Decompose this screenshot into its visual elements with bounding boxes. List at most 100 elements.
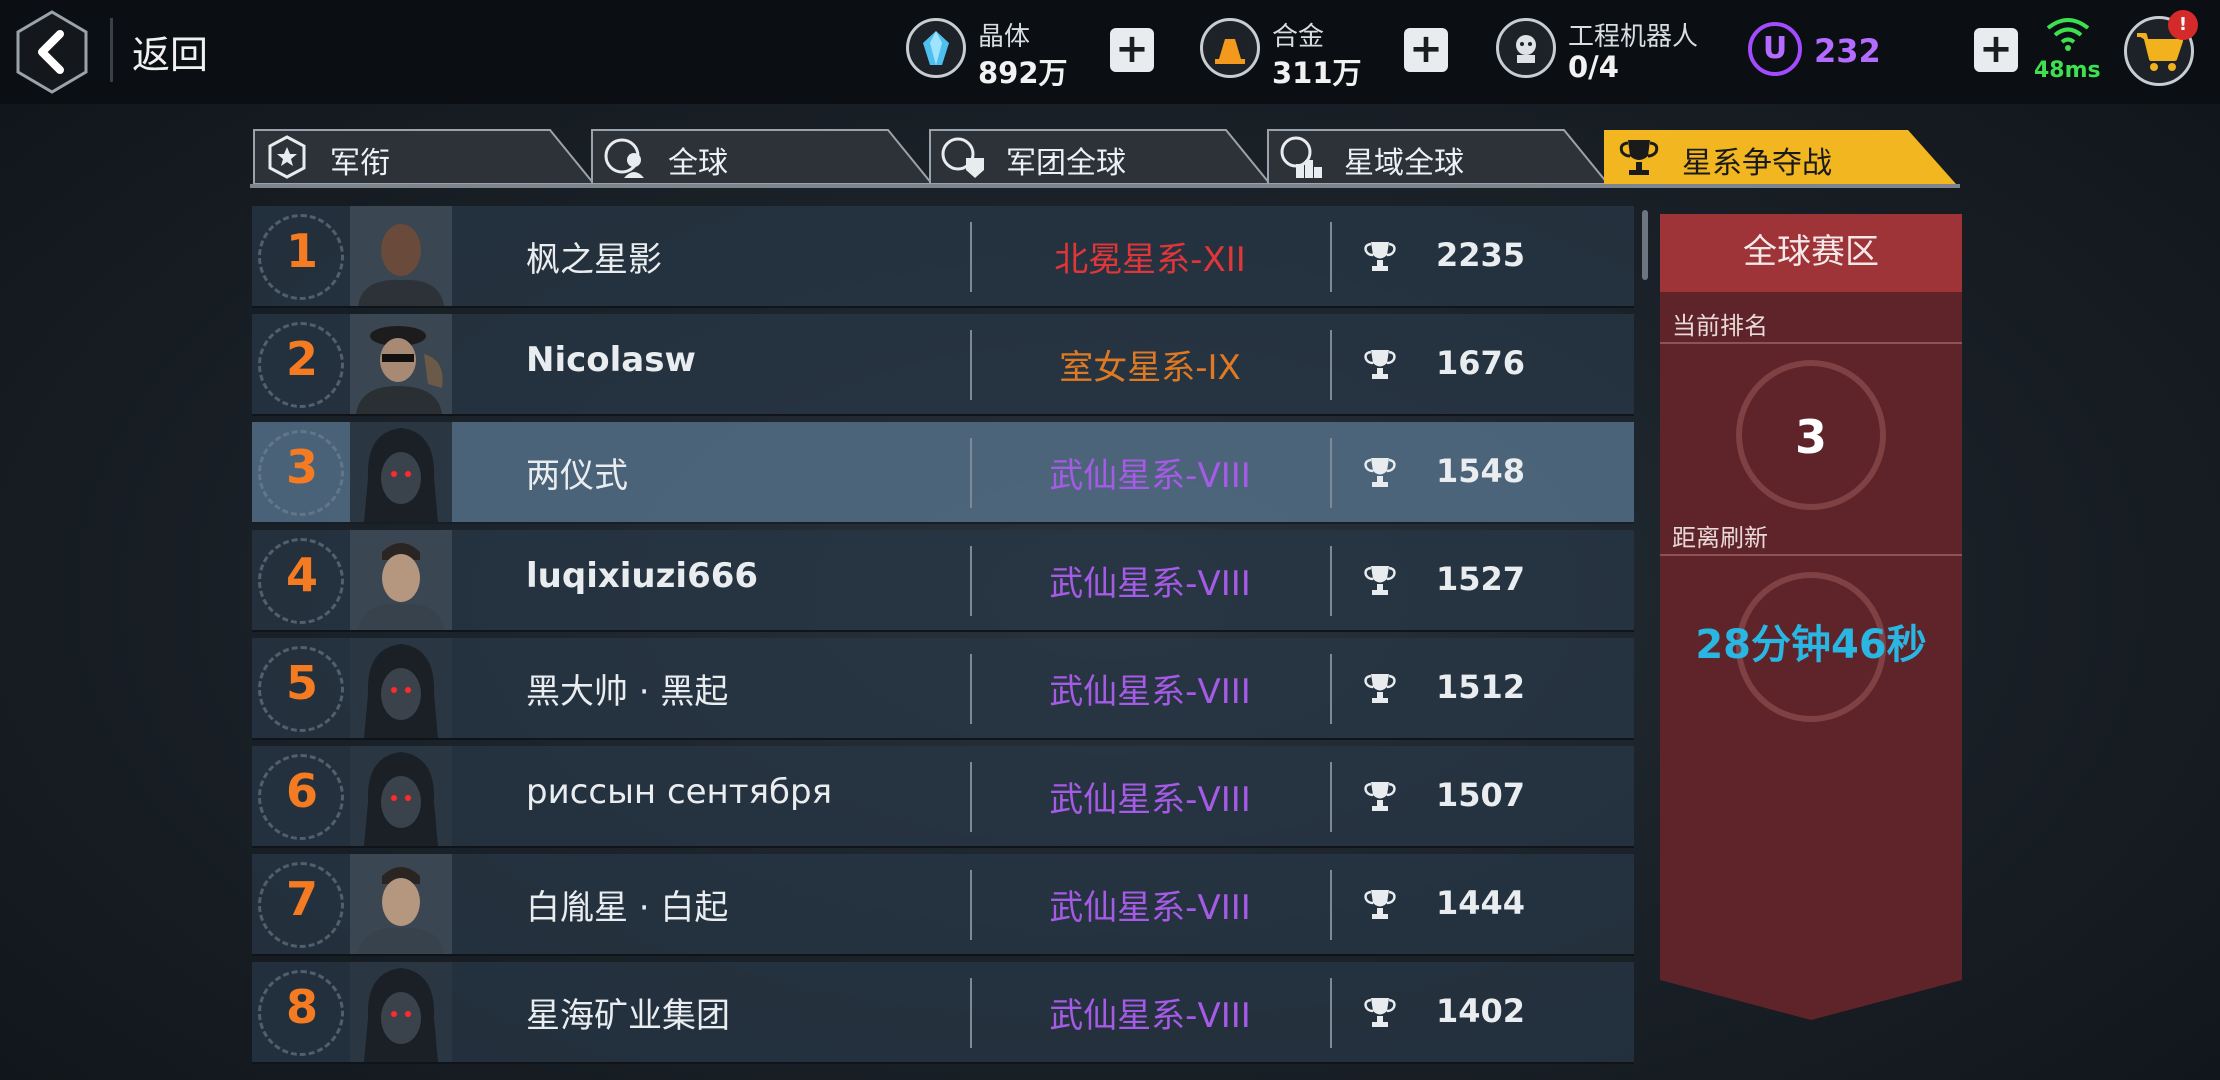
player-name: риссын сентября xyxy=(526,772,833,812)
tab-label: 全球 xyxy=(668,146,728,181)
crystal-icon xyxy=(906,18,966,78)
trophy-icon xyxy=(1362,778,1398,814)
globe-user-icon xyxy=(604,138,644,178)
podium-globe-icon xyxy=(1280,136,1322,178)
resource-name: 晶体 xyxy=(978,22,1031,52)
galaxy-name: 武仙星系-VIII xyxy=(1049,564,1251,604)
player-name: 星海矿业集团 xyxy=(526,996,730,1036)
galaxy-name: 北冕星系-XII xyxy=(1054,240,1246,280)
score-value: 1512 xyxy=(1436,668,1526,706)
add-u-currency-button[interactable]: + xyxy=(1974,28,2018,72)
resource-name: 工程机器人 xyxy=(1568,22,1699,52)
player-name: 白胤星 · 白起 xyxy=(526,888,729,928)
hooded-figure-avatar[interactable] xyxy=(350,962,452,1062)
trophy-icon xyxy=(1362,886,1398,922)
add-alloy-button[interactable]: + xyxy=(1404,28,1448,72)
tab-bar: 军衔 全球 军团全球 星域全球 星系争夺战 xyxy=(250,128,1960,188)
back-label[interactable]: 返回 xyxy=(132,24,208,79)
column-divider xyxy=(1330,438,1332,508)
top-bar: 返回 晶体 892万 + 合金 311万 + 工程机器人 0/4 U 232 +… xyxy=(0,0,2220,104)
resource-value: 311万 xyxy=(1272,56,1362,90)
hooded-figure-avatar[interactable] xyxy=(350,746,452,846)
score-value: 1507 xyxy=(1436,776,1526,814)
galaxy-name: 武仙星系-VIII xyxy=(1049,888,1251,928)
rank-number: 1 xyxy=(285,224,318,278)
ranking-row[interactable]: 3 两仪式 武仙星系-VIII 1548 xyxy=(252,422,1634,524)
resource-crystal: 晶体 892万 xyxy=(906,14,1076,90)
rank-number: 7 xyxy=(285,872,318,926)
tab-legion-global[interactable]: 军团全球 xyxy=(926,128,1278,186)
robot-icon xyxy=(1496,18,1556,78)
player-name: 两仪式 xyxy=(526,456,628,496)
trophy-icon xyxy=(1362,238,1398,274)
bald-soldier-avatar[interactable] xyxy=(350,206,452,306)
back-arrow-icon xyxy=(16,10,88,94)
score-value: 1676 xyxy=(1436,344,1526,382)
current-rank-label: 当前排名 xyxy=(1672,312,1768,340)
trophy-icon xyxy=(1362,994,1398,1030)
panel-divider xyxy=(1660,342,1962,344)
player-name: 黑大帅 · 黑起 xyxy=(526,672,729,712)
add-crystal-button[interactable]: + xyxy=(1110,28,1154,72)
hooded-figure-avatar[interactable] xyxy=(350,638,452,738)
trophy-icon xyxy=(1619,140,1659,175)
player-name: Nicolasw xyxy=(526,340,696,380)
ranking-row[interactable]: 1 枫之星影 北冕星系-XII 2235 xyxy=(252,206,1634,308)
score-value: 1444 xyxy=(1436,884,1526,922)
galaxy-name: 室女星系-IX xyxy=(1059,348,1241,388)
soldier-avatar[interactable] xyxy=(350,530,452,630)
resource-value: 0/4 xyxy=(1568,50,1619,84)
beret-soldier-avatar[interactable] xyxy=(350,314,452,414)
tab-galaxy-battle[interactable]: 星系争夺战 xyxy=(1602,128,1960,186)
notification-badge: ! xyxy=(2168,10,2198,40)
rank-number: 4 xyxy=(285,548,318,602)
galaxy-name: 武仙星系-VIII xyxy=(1049,780,1251,820)
tab-label: 军团全球 xyxy=(1006,146,1126,181)
soldier-avatar[interactable] xyxy=(350,854,452,954)
tab-starfield-global[interactable]: 星域全球 xyxy=(1264,128,1616,186)
wifi-icon xyxy=(2046,18,2090,51)
galaxy-name: 武仙星系-VIII xyxy=(1049,996,1251,1036)
ranking-row[interactable]: 4 luqixiuzi666 武仙星系-VIII 1527 xyxy=(252,530,1634,632)
score-value: 1527 xyxy=(1436,560,1526,598)
rank-number: 3 xyxy=(285,440,318,494)
resource-alloy: 合金 311万 xyxy=(1200,14,1370,90)
ranking-row[interactable]: 6 риссын сентября 武仙星系-VIII 1507 xyxy=(252,746,1634,848)
player-name: luqixiuzi666 xyxy=(526,556,759,596)
rank-badge-icon xyxy=(268,135,306,179)
u-currency-icon: U xyxy=(1748,22,1802,76)
player-name: 枫之星影 xyxy=(526,240,662,280)
rank-number: 5 xyxy=(285,656,318,710)
trophy-icon xyxy=(1362,346,1398,382)
tab-military-rank[interactable]: 军衔 xyxy=(250,128,602,186)
list-scrollbar[interactable] xyxy=(1642,210,1648,280)
score-value: 1402 xyxy=(1436,992,1526,1030)
galaxy-name: 武仙星系-VIII xyxy=(1049,672,1251,712)
resource-robot: 工程机器人 0/4 xyxy=(1496,14,1716,90)
trophy-icon xyxy=(1362,562,1398,598)
u-currency-value: 232 xyxy=(1814,32,1881,70)
panel-title: 全球赛区 xyxy=(1660,214,1962,292)
hooded-figure-avatar[interactable] xyxy=(350,422,452,522)
rank-number: 6 xyxy=(285,764,318,818)
ranking-row[interactable]: 7 白胤星 · 白起 武仙星系-VIII 1444 xyxy=(252,854,1634,956)
tab-label: 军衔 xyxy=(330,146,390,181)
score-value: 2235 xyxy=(1436,236,1526,274)
ranking-row[interactable]: 2 Nicolasw 室女星系-IX 1676 xyxy=(252,314,1634,416)
ranking-row[interactable]: 5 黑大帅 · 黑起 武仙星系-VIII 1512 xyxy=(252,638,1634,740)
tab-underline xyxy=(250,184,1960,188)
tab-global[interactable]: 全球 xyxy=(588,128,940,186)
ping-value: 48ms xyxy=(2034,58,2101,83)
current-rank-value: 3 xyxy=(1794,410,1827,464)
tab-label: 星域全球 xyxy=(1344,146,1464,181)
ranking-row[interactable]: 8 星海矿业集团 武仙星系-VIII 1402 xyxy=(252,962,1634,1064)
column-divider xyxy=(1330,654,1332,724)
column-divider xyxy=(1330,762,1332,832)
trophy-icon xyxy=(1362,670,1398,706)
rank-number: 2 xyxy=(285,332,318,386)
back-button[interactable] xyxy=(14,10,90,94)
ranking-list[interactable]: 1 枫之星影 北冕星系-XII 2235 2 Nicolasw 室女星系-IX 1676 3 两仪… xyxy=(252,206,1634,1080)
galaxy-name: 武仙星系-VIII xyxy=(1049,456,1251,496)
refresh-countdown: 28分钟46秒 xyxy=(1695,622,1927,668)
rank-number: 8 xyxy=(285,980,318,1034)
